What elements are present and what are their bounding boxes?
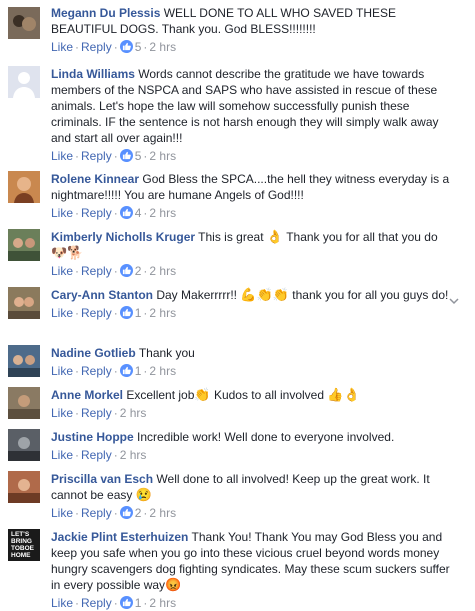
like-link[interactable]: Like [51,264,73,278]
like-link[interactable]: Like [51,306,73,320]
ok-hand-emoji: 👌 [266,229,284,244]
avatar[interactable] [8,229,40,261]
thumbs-up-icon[interactable] [119,596,133,609]
thumbs-up-icon[interactable] [119,40,133,53]
thumbs-ok-emoji: 👍👌 [327,387,360,402]
commenter-name[interactable]: Jackie Plint Esterhuizen [51,530,188,544]
comment-text-continued: Thank you for all that you do [286,230,438,244]
avatar[interactable] [8,471,40,503]
clap-emoji: 👏 [194,387,211,402]
reply-link[interactable]: Reply [81,206,112,220]
commenter-name[interactable]: Rolene Kinnear [51,172,139,186]
reply-link[interactable]: Reply [81,149,112,163]
avatar[interactable] [8,345,40,377]
reply-link[interactable]: Reply [81,40,112,54]
reply-link[interactable]: Reply [81,596,112,610]
thumbs-up-icon[interactable] [119,506,133,519]
thumbs-up-icon[interactable] [119,306,133,319]
like-link[interactable]: Like [51,40,73,54]
commenter-name[interactable]: Kimberly Nicholls Kruger [51,230,195,244]
reply-link[interactable]: Reply [81,448,112,462]
comment-text: Day Makerrrrr!! [156,288,238,302]
reply-link[interactable]: Reply [81,406,112,420]
commenter-name[interactable]: Nadine Gotlieb [51,346,136,360]
comment-actions: Like · Reply · 2 hrs [51,406,147,420]
comment-actions: Like · Reply · 1 · 2 hrs [51,306,177,320]
like-link[interactable]: Like [51,149,73,163]
reply-link[interactable]: Reply [81,364,112,378]
avatar[interactable] [8,171,40,203]
timestamp[interactable]: 2 hrs [149,364,176,378]
like-link[interactable]: Like [51,206,73,220]
comment-actions: Like · Reply · 2 hrs [51,448,147,462]
commenter-name[interactable]: Linda Williams [51,67,135,81]
comment-actions: Like · Reply · 2 · 2 hrs [51,506,177,520]
avatar-text: LET'S BRING TOBOE HOME [11,531,34,559]
commenter-name[interactable]: Megann Du Plessis [51,6,160,20]
comment-actions: Like · Reply · 5 · 2 hrs [51,149,177,163]
like-link[interactable]: Like [51,406,73,420]
avatar[interactable] [8,429,40,461]
comment-text: Incredible work! Well done to everyone i… [137,430,395,444]
timestamp[interactable]: 2 hrs [120,448,147,462]
avatar[interactable]: LET'S BRING TOBOE HOME [8,529,40,561]
timestamp[interactable]: 2 hrs [149,40,176,54]
thumbs-up-icon[interactable] [119,364,133,377]
dog-emoji: 🐶🐕 [51,245,84,260]
comment-text-continued: Kudos to all involved [213,388,325,402]
thumbs-up-icon[interactable] [119,149,133,162]
applause-emoji: 💪👏👏 [240,287,289,302]
timestamp[interactable]: 2 hrs [149,206,176,220]
timestamp[interactable]: 2 hrs [149,149,176,163]
timestamp[interactable]: 2 hrs [149,264,176,278]
timestamp[interactable]: 2 hrs [149,506,176,520]
comment-actions: Like · Reply · 1 · 2 hrs [51,364,177,378]
like-link[interactable]: Like [51,506,73,520]
commenter-name[interactable]: Priscilla van Esch [51,472,153,486]
like-link[interactable]: Like [51,448,73,462]
comment-text: This is great [198,230,264,244]
avatar[interactable] [8,66,40,98]
avatar[interactable] [8,7,40,39]
commenter-name[interactable]: Anne Morkel [51,388,123,402]
reply-link[interactable]: Reply [81,506,112,520]
reply-link[interactable]: Reply [81,306,112,320]
crying-face-emoji: 😢 [135,487,152,502]
comment-actions: Like · Reply · 2 · 2 hrs [51,264,177,278]
reply-link[interactable]: Reply [81,264,112,278]
angry-face-emoji: 😡 [165,577,182,592]
like-link[interactable]: Like [51,596,73,610]
commenter-name[interactable]: Cary-Ann Stanton [51,288,153,302]
timestamp[interactable]: 2 hrs [149,306,176,320]
avatar[interactable] [8,387,40,419]
comment-text: Thank you [138,346,195,360]
comment-text: Excellent job [126,388,195,402]
like-link[interactable]: Like [51,364,73,378]
chevron-down-icon[interactable] [449,296,459,306]
comment-actions: Like · Reply · 4 · 2 hrs [51,206,177,220]
comment-actions: Like · Reply · 1 · 2 hrs [51,596,177,610]
thumbs-up-icon[interactable] [119,206,133,219]
avatar[interactable] [8,287,40,319]
thumbs-up-icon[interactable] [119,264,133,277]
comment-actions: Like · Reply · 5 · 2 hrs [51,40,177,54]
comment-text-continued: thank you for all you guys do! [292,288,449,302]
timestamp[interactable]: 2 hrs [149,596,176,610]
timestamp[interactable]: 2 hrs [120,406,147,420]
commenter-name[interactable]: Justine Hoppe [51,430,134,444]
